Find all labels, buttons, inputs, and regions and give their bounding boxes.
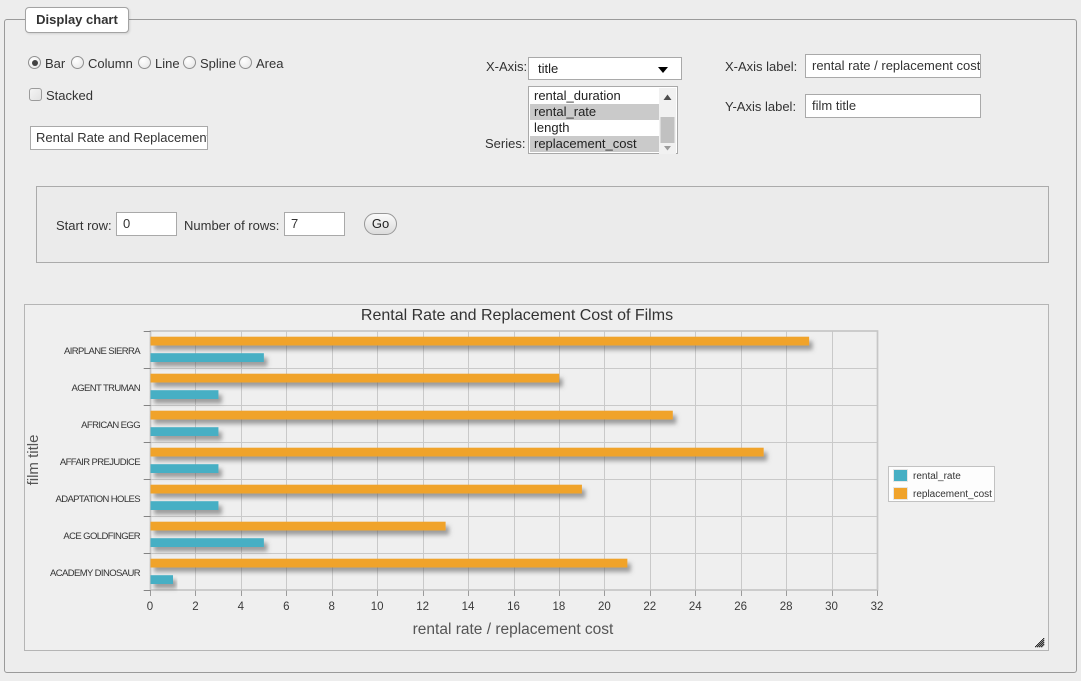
- svg-text:22: 22: [643, 601, 656, 613]
- svg-text:24: 24: [689, 601, 702, 613]
- svg-text:ACADEMY DINOSAUR: ACADEMY DINOSAUR: [50, 568, 141, 579]
- svg-text:6: 6: [283, 601, 289, 613]
- svg-text:replacement_cost: replacement_cost: [913, 489, 992, 500]
- svg-text:AIRPLANE SIERRA: AIRPLANE SIERRA: [64, 346, 141, 357]
- svg-text:30: 30: [825, 601, 838, 613]
- svg-text:10: 10: [371, 601, 384, 613]
- svg-text:26: 26: [734, 601, 747, 613]
- svg-text:2: 2: [192, 601, 198, 613]
- svg-text:rental rate / replacement cost: rental rate / replacement cost: [413, 621, 614, 638]
- svg-text:AFFAIR PREJUDICE: AFFAIR PREJUDICE: [60, 457, 140, 468]
- svg-text:28: 28: [780, 601, 793, 613]
- svg-text:18: 18: [553, 601, 566, 613]
- svg-text:rental_rate: rental_rate: [913, 471, 961, 482]
- svg-text:12: 12: [416, 601, 429, 613]
- svg-text:Rental Rate and Replacement Co: Rental Rate and Replacement Cost of Film…: [361, 307, 673, 324]
- svg-text:ADAPTATION HOLES: ADAPTATION HOLES: [55, 494, 140, 505]
- svg-text:0: 0: [147, 601, 153, 613]
- svg-text:4: 4: [238, 601, 245, 613]
- svg-text:AGENT TRUMAN: AGENT TRUMAN: [72, 383, 141, 394]
- svg-text:AFRICAN EGG: AFRICAN EGG: [81, 420, 140, 431]
- svg-text:16: 16: [507, 601, 520, 613]
- svg-text:film title: film title: [25, 435, 42, 486]
- svg-text:8: 8: [329, 601, 335, 613]
- svg-text:20: 20: [598, 601, 611, 613]
- svg-text:32: 32: [871, 601, 884, 613]
- svg-text:14: 14: [462, 601, 475, 613]
- svg-text:ACE GOLDFINGER: ACE GOLDFINGER: [63, 531, 140, 542]
